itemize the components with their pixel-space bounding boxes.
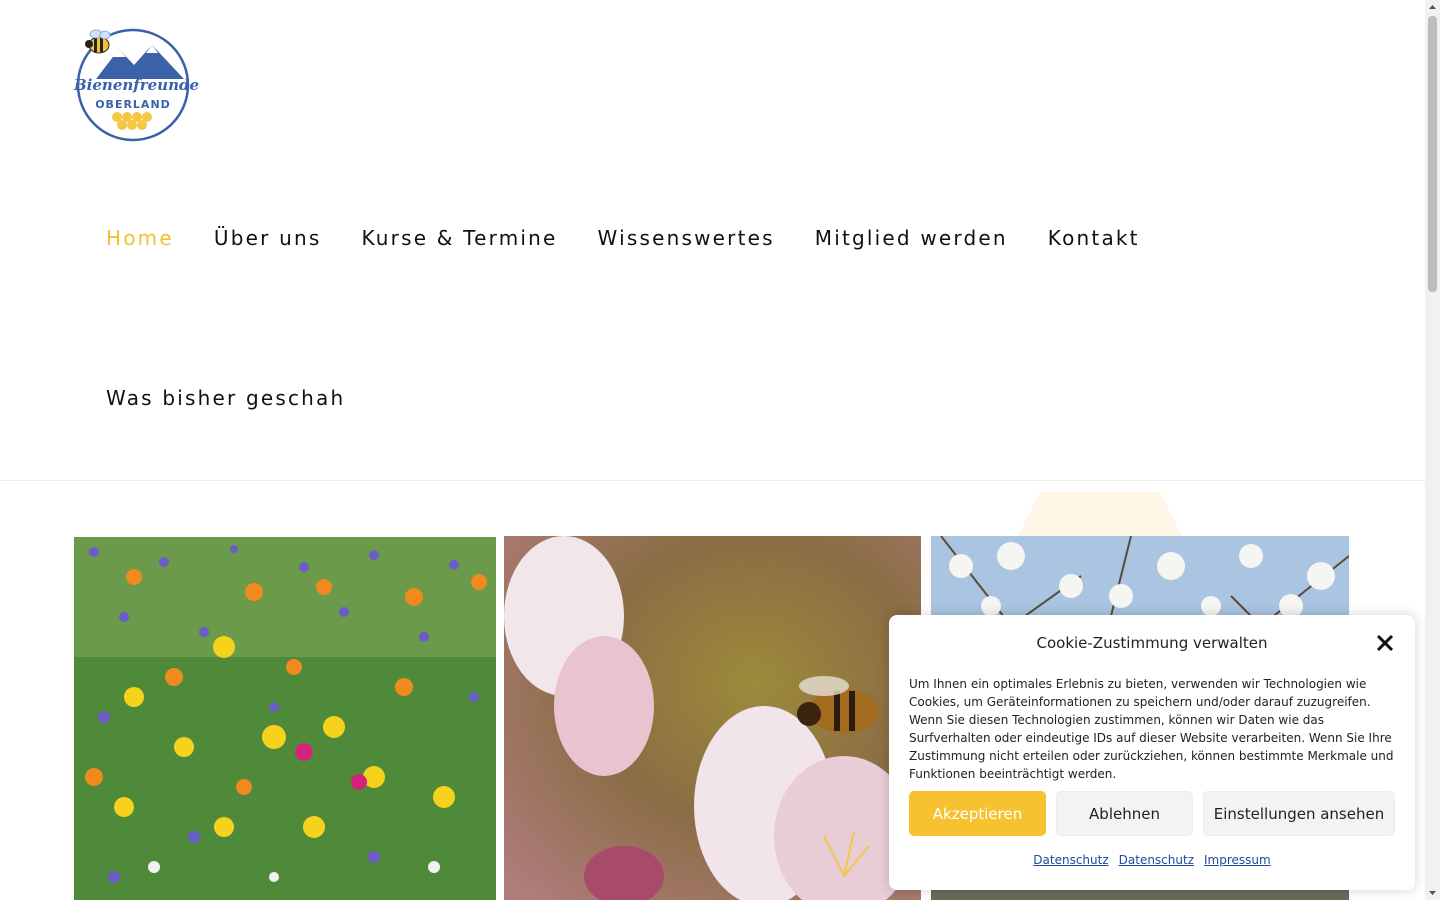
close-icon[interactable] [1375, 633, 1395, 653]
header-divider [0, 480, 1425, 481]
nav-item-home[interactable]: Home [106, 226, 174, 250]
gallery-image-bee-on-apple-blossom[interactable] [504, 536, 921, 900]
nav-item-ueber-uns[interactable]: Über uns [214, 226, 322, 250]
logo-text-line2: OBERLAND [95, 98, 171, 111]
main-navigation: Home Über uns Kurse & Termine Wissenswer… [106, 226, 1180, 250]
nav-item-wissenswertes[interactable]: Wissenswertes [598, 226, 775, 250]
scrollbar[interactable] [1425, 0, 1440, 900]
view-settings-button[interactable]: Einstellungen ansehen [1203, 791, 1395, 836]
accept-button[interactable]: Akzeptieren [909, 791, 1046, 836]
cookie-dialog-title: Cookie-Zustimmung verwalten [1036, 634, 1268, 652]
nav-item-kurse-termine[interactable]: Kurse & Termine [361, 226, 557, 250]
cookie-dialog-text: Um Ihnen ein optimales Erlebnis zu biete… [909, 677, 1394, 781]
scrollbar-thumb[interactable] [1428, 16, 1437, 292]
page-subtitle: Was bisher geschah [106, 386, 346, 410]
nav-item-mitglied-werden[interactable]: Mitglied werden [815, 226, 1008, 250]
imprint-link[interactable]: Impressum [1204, 853, 1271, 867]
scroll-down-arrow-icon[interactable] [1425, 886, 1440, 900]
nav-item-kontakt[interactable]: Kontakt [1048, 226, 1140, 250]
privacy-link[interactable]: Datenschutz [1033, 853, 1108, 867]
logo-text-line1: Bienenfreunde [74, 76, 200, 94]
scroll-up-arrow-icon[interactable] [1425, 0, 1440, 14]
cookie-consent-dialog: Cookie-Zustimmung verwalten Um Ihnen ein… [889, 615, 1415, 890]
deny-button[interactable]: Ablehnen [1056, 791, 1193, 836]
bee-icon [85, 29, 111, 54]
site-logo[interactable]: Bienenfreunde OBERLAND [74, 27, 200, 143]
gallery-image-wildflower-meadow[interactable] [74, 537, 496, 900]
privacy-link[interactable]: Datenschutz [1119, 853, 1194, 867]
cookie-dialog-links: Datenschutz Datenschutz Impressum [889, 853, 1415, 867]
